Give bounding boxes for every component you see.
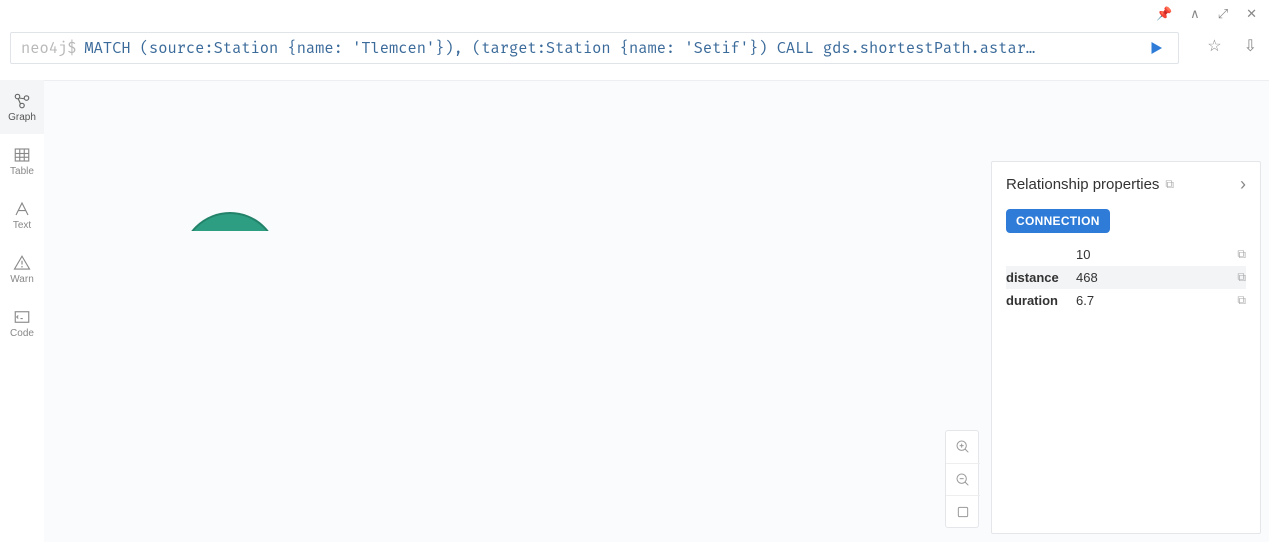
text-icon: [13, 200, 31, 218]
expand-icon[interactable]: ⤢: [1218, 6, 1228, 22]
panel-title: Relationship properties ⧉: [1006, 176, 1174, 193]
copy-icon[interactable]: ⧉: [1165, 177, 1174, 192]
relationship-type-badge[interactable]: CONNECTION: [1006, 209, 1110, 233]
property-key: duration: [1006, 293, 1076, 308]
sidebar-item-label: Text: [13, 220, 31, 231]
sidebar-item-graph[interactable]: Graph: [0, 80, 44, 134]
copy-icon[interactable]: ⧉: [1237, 293, 1246, 308]
zoom-controls: [945, 430, 979, 528]
view-sidebar: Graph Table Text Warn Code: [0, 80, 44, 350]
property-value: 468: [1076, 270, 1237, 285]
pin-icon[interactable]: 📌: [1156, 6, 1172, 22]
graph-svg[interactable]: 4.34.76.76.9 TlemcenTiaretSetif: [44, 81, 344, 231]
download-icon[interactable]: ⇩: [1244, 36, 1257, 56]
query-bar[interactable]: neo4j$ MATCH (source:Station {name: 'Tle…: [10, 32, 1179, 64]
play-icon: [1147, 39, 1165, 57]
run-button[interactable]: [1144, 36, 1168, 60]
close-icon[interactable]: ✕: [1246, 6, 1257, 22]
panel-collapse-button[interactable]: ›: [1240, 174, 1246, 195]
warn-icon: [13, 254, 31, 272]
property-row: duration6.7⧉: [1006, 289, 1246, 312]
sidebar-item-table[interactable]: Table: [0, 134, 44, 188]
copy-icon[interactable]: ⧉: [1237, 247, 1246, 262]
sidebar-item-label: Table: [10, 166, 34, 177]
zoom-fit-icon: [955, 504, 971, 520]
sidebar-item-text[interactable]: Text: [0, 188, 44, 242]
property-row: 10⧉: [1006, 243, 1246, 266]
zoom-out-icon: [955, 472, 971, 488]
sidebar-item-warn[interactable]: Warn: [0, 242, 44, 296]
zoom-in-button[interactable]: [946, 431, 980, 463]
zoom-in-icon: [955, 439, 971, 455]
sidebar-item-label: Warn: [10, 274, 34, 285]
code-icon: [13, 308, 31, 326]
query-text[interactable]: MATCH (source:Station {name: 'Tlemcen'})…: [84, 39, 1136, 58]
zoom-fit-button[interactable]: [946, 495, 980, 527]
graph-icon: [13, 92, 31, 110]
table-icon: [13, 146, 31, 164]
properties-panel: Relationship properties ⧉ › CONNECTION 1…: [991, 161, 1261, 534]
sidebar-item-label: Graph: [8, 112, 36, 123]
property-row: distance468⧉: [1006, 266, 1246, 289]
zoom-out-button[interactable]: [946, 463, 980, 495]
collapse-up-icon[interactable]: ∧: [1190, 6, 1200, 22]
graph-node-tlemcen[interactable]: Tlemcen: [182, 213, 278, 231]
property-value: 6.7: [1076, 293, 1237, 308]
graph-canvas[interactable]: 4.34.76.76.9 TlemcenTiaretSetif Relation…: [44, 80, 1269, 542]
sidebar-item-label: Code: [10, 328, 34, 339]
copy-icon[interactable]: ⧉: [1237, 270, 1246, 285]
property-value: 10: [1076, 247, 1237, 262]
favorite-icon[interactable]: ☆: [1207, 36, 1221, 56]
query-prompt: neo4j$: [21, 39, 76, 58]
sidebar-item-code[interactable]: Code: [0, 296, 44, 350]
property-key: distance: [1006, 270, 1076, 285]
